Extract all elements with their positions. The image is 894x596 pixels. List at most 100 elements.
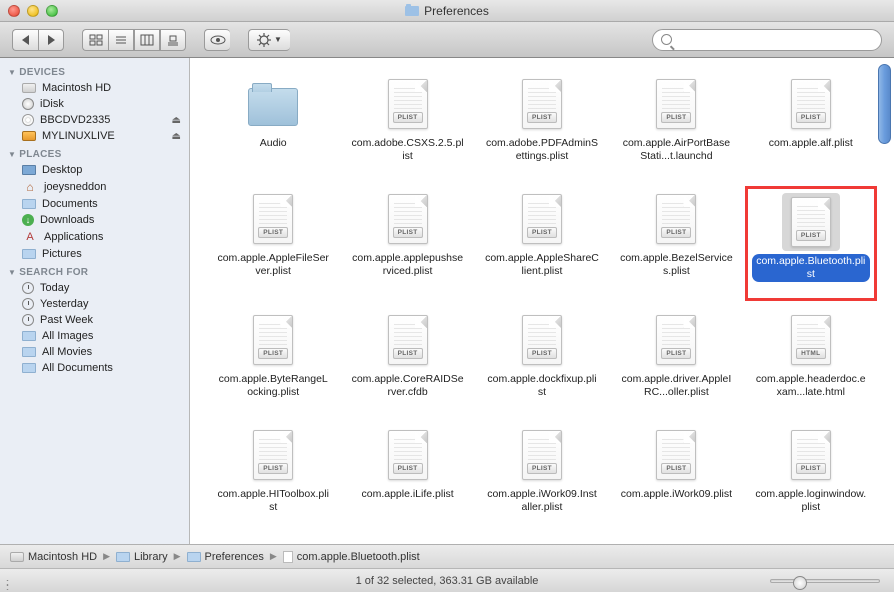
search-input[interactable] [677, 34, 873, 46]
file-item[interactable]: PLISTcom.apple.alf.plist [746, 72, 876, 179]
sidebar-item[interactable]: Macintosh HD [0, 80, 189, 96]
view-coverflow-button[interactable] [160, 29, 186, 51]
path-item[interactable]: Preferences [187, 551, 264, 563]
eject-icon[interactable]: ⏏ [172, 115, 181, 126]
desk-icon [22, 165, 36, 175]
document-icon: PLIST [656, 315, 696, 365]
idisk-icon [22, 98, 34, 110]
icon-size-slider[interactable] [770, 579, 880, 583]
sidebar-item[interactable]: All Movies [0, 344, 189, 360]
clock-icon [22, 282, 34, 294]
sidebar-item[interactable]: Pictures [0, 246, 189, 262]
path-item[interactable]: Macintosh HD [10, 551, 97, 563]
fold-icon [116, 552, 130, 562]
quicklook-group [204, 29, 230, 51]
sidebar-item-label: MYLINUXLIVE [42, 130, 115, 142]
document-icon: PLIST [253, 194, 293, 244]
docf-icon [283, 551, 293, 563]
titlebar: Preferences [0, 0, 894, 22]
file-item[interactable]: Audio [208, 72, 338, 179]
file-item[interactable]: PLISTcom.apple.iWork09.Installer.plist [477, 423, 607, 530]
document-icon: PLIST [522, 430, 562, 480]
file-item[interactable]: PLISTcom.apple.CoreRAIDServer.cfdb [342, 308, 472, 415]
sidebar-item-label: Pictures [42, 248, 82, 260]
sidebar-item-label: Documents [42, 198, 98, 210]
file-label: com.apple.AppleShareClient.plist [481, 251, 603, 279]
sidebar[interactable]: ▼DEVICESMacintosh HDiDiskBBCDVD2335⏏MYLI… [0, 58, 190, 544]
sidebar-item-label: Applications [44, 231, 103, 243]
chevron-left-icon [22, 35, 29, 45]
eject-icon[interactable]: ⏏ [172, 131, 181, 142]
sidebar-item[interactable]: MYLINUXLIVE ⏏ [0, 128, 189, 144]
action-button[interactable]: ▼ [248, 29, 290, 51]
sidebar-item-label: Today [40, 282, 69, 294]
sidebar-item[interactable]: ⌂joeysneddon [0, 178, 189, 196]
file-label: com.apple.HIToolbox.plist [212, 487, 334, 515]
forward-button[interactable] [38, 29, 64, 51]
file-item[interactable]: PLIST com.apple.HIToolbox.plist [208, 423, 338, 530]
file-item[interactable]: PLISTcom.apple.applepushserviced.plist [342, 187, 472, 300]
home-icon: ⌂ [22, 180, 38, 194]
app-icon: A [22, 230, 38, 244]
view-columns-button[interactable] [134, 29, 160, 51]
file-item[interactable]: PLISTcom.adobe.CSXS.2.5.plist [342, 72, 472, 179]
file-item[interactable]: PLISTcom.apple.driver.AppleIRC...oller.p… [611, 308, 741, 415]
disclosure-triangle-icon: ▼ [8, 268, 16, 277]
file-label: com.adobe.CSXS.2.5.plist [347, 136, 469, 164]
sidebar-item[interactable]: Today [0, 280, 189, 296]
vertical-scrollbar[interactable] [878, 64, 891, 144]
view-icons-button[interactable] [82, 29, 108, 51]
sidebar-item[interactable]: Desktop [0, 162, 189, 178]
file-item[interactable]: PLISTcom.apple.AirPortBaseStati...t.laun… [611, 72, 741, 179]
quicklook-button[interactable] [204, 29, 230, 51]
sidebar-item[interactable]: BBCDVD2335⏏ [0, 112, 189, 128]
back-button[interactable] [12, 29, 38, 51]
file-item[interactable]: PLISTcom.apple.ByteRangeLocking.plist [208, 308, 338, 415]
sidebar-header[interactable]: ▼SEARCH FOR [0, 262, 189, 280]
chevron-right-icon: ▶ [174, 551, 181, 562]
document-icon: HTML [791, 315, 831, 365]
file-item[interactable]: PLISTcom.apple.AppleShareClient.plist [477, 187, 607, 300]
sidebar-item[interactable]: Past Week [0, 312, 189, 328]
sidebar-item-label: All Documents [42, 362, 113, 374]
search-field[interactable] [652, 29, 882, 51]
sidebar-item[interactable]: ↓Downloads [0, 212, 189, 228]
document-icon: PLIST [253, 430, 293, 480]
file-item[interactable]: PLISTcom.apple.iWork09.plist [611, 423, 741, 530]
document-icon: PLIST [656, 194, 696, 244]
resize-handle[interactable]: :::: [6, 580, 7, 590]
file-item[interactable]: PLISTcom.apple.loginwindow.plist [746, 423, 876, 530]
sidebar-item[interactable]: A Applications [0, 228, 189, 246]
path-label: Library [134, 551, 168, 563]
path-bar[interactable]: Macintosh HD▶Library▶Preferences▶com.app… [0, 544, 894, 568]
file-icon-wrap: PLIST [244, 190, 302, 248]
file-item[interactable]: PLISTcom.apple.Bluetooth.plist [746, 187, 876, 300]
disclosure-triangle-icon: ▼ [8, 150, 16, 159]
path-item[interactable]: Library [116, 551, 168, 563]
sidebar-item[interactable]: Yesterday [0, 296, 189, 312]
file-icon-wrap: HTML [782, 311, 840, 369]
file-label: com.apple.AppleFileServer.plist [212, 251, 334, 279]
sidebar-item[interactable]: All Images [0, 328, 189, 344]
file-item[interactable]: PLISTcom.apple.iLife.plist [342, 423, 472, 530]
sidebar-header[interactable]: ▼PLACES [0, 144, 189, 162]
disc-icon [22, 114, 34, 126]
view-list-button[interactable] [108, 29, 134, 51]
content-pane[interactable]: AudioPLISTcom.adobe.CSXS.2.5.plistPLISTc… [190, 58, 894, 544]
sidebar-item-label: Past Week [40, 314, 93, 326]
sidebar-item[interactable]: Documents [0, 196, 189, 212]
drive-icon [10, 552, 24, 562]
sidebar-item[interactable]: iDisk [0, 96, 189, 112]
path-item[interactable]: com.apple.Bluetooth.plist [283, 551, 420, 563]
file-item[interactable]: HTMLcom.apple.headerdoc.exam...late.html [746, 308, 876, 415]
file-item[interactable]: PLISTcom.apple.BezelServices.plist [611, 187, 741, 300]
chevron-right-icon [48, 35, 55, 45]
sidebar-header[interactable]: ▼DEVICES [0, 62, 189, 80]
file-item[interactable]: PLIST com.apple.AppleFileServer.plist [208, 187, 338, 300]
folder-icon [248, 88, 298, 126]
sidebar-item[interactable]: All Documents [0, 360, 189, 376]
file-icon-wrap [244, 75, 302, 133]
folder-icon [405, 6, 419, 16]
file-item[interactable]: PLISTcom.apple.dockfixup.plist [477, 308, 607, 415]
file-item[interactable]: PLISTcom.adobe.PDFAdminSettings.plist [477, 72, 607, 179]
